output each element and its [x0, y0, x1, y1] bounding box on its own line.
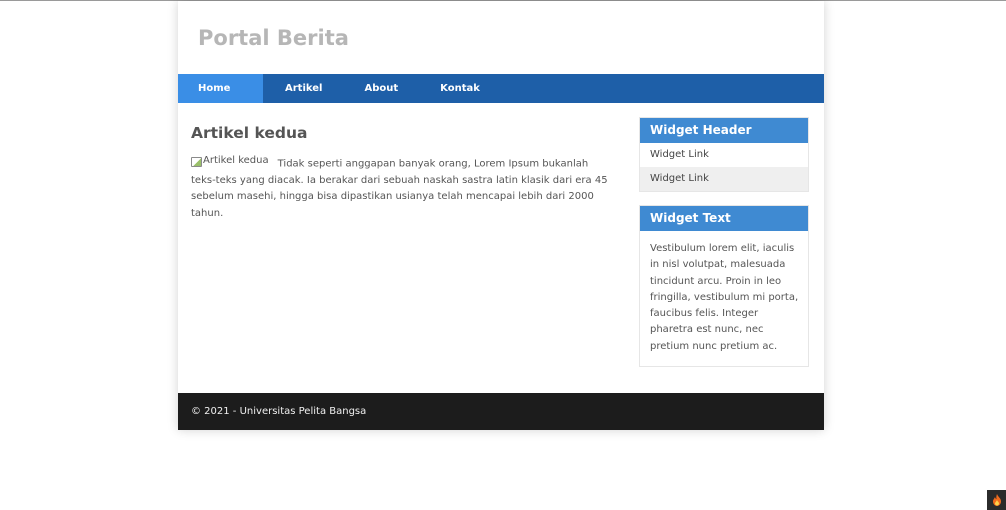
widget-text: Widget Text Vestibulum lorem elit, iacul…	[639, 205, 809, 367]
nav-item-kontak[interactable]: Kontak	[419, 74, 501, 103]
nav-item-artikel[interactable]: Artikel	[263, 74, 343, 103]
widget-link-1[interactable]: Widget Link	[640, 143, 808, 167]
main-nav: Home Artikel About Kontak	[178, 74, 824, 103]
widget-link-2[interactable]: Widget Link	[640, 167, 808, 191]
site-title: Portal Berita	[198, 26, 349, 50]
widget-links-header: Widget Header	[640, 118, 808, 143]
page-container: Portal Berita Home Artikel About Kontak …	[178, 1, 824, 430]
widget-links: Widget Header Widget Link Widget Link	[639, 117, 809, 192]
broken-image-icon	[191, 157, 202, 168]
nav-item-about[interactable]: About	[343, 74, 419, 103]
article-image: Artikel kedua	[191, 153, 269, 170]
article-image-alt: Artikel kedua	[203, 155, 269, 166]
widget-text-header: Widget Text	[640, 206, 808, 231]
article-title: Artikel kedua	[191, 124, 308, 142]
nav-item-home[interactable]: Home	[178, 74, 263, 103]
flame-icon[interactable]	[987, 490, 1006, 510]
article-body: Artikel kedua Tidak seperti anggapan ban…	[191, 153, 611, 222]
footer: © 2021 - Universitas Pelita Bangsa	[178, 393, 824, 430]
widget-text-body: Vestibulum lorem elit, iaculis in nisl v…	[650, 243, 799, 352]
